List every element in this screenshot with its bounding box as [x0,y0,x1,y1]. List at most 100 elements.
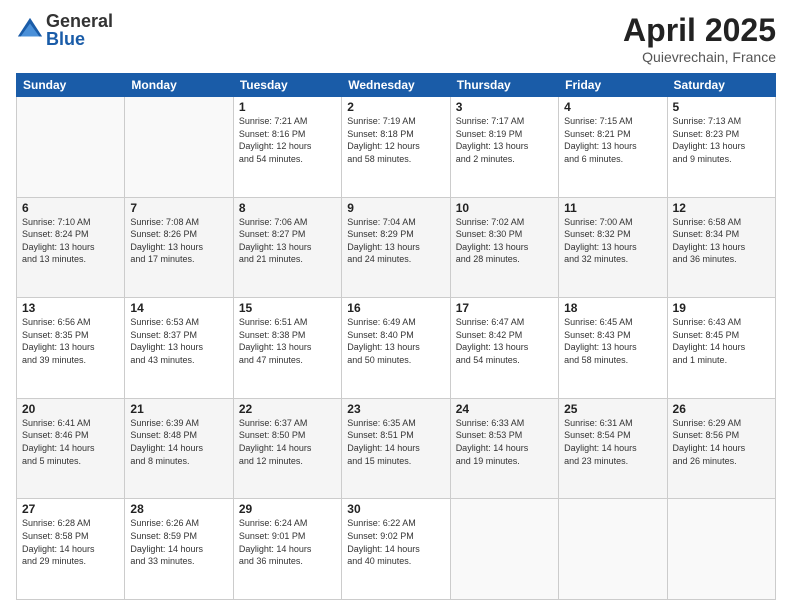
calendar-cell: 25Sunrise: 6:31 AM Sunset: 8:54 PM Dayli… [559,398,667,499]
calendar-cell: 28Sunrise: 6:26 AM Sunset: 8:59 PM Dayli… [125,499,233,600]
day-number: 28 [130,502,227,516]
calendar-cell: 13Sunrise: 6:56 AM Sunset: 8:35 PM Dayli… [17,298,125,399]
header: General Blue April 2025 Quievrechain, Fr… [16,12,776,65]
day-number: 5 [673,100,770,114]
calendar-cell: 23Sunrise: 6:35 AM Sunset: 8:51 PM Dayli… [342,398,450,499]
calendar-cell [125,97,233,198]
day-number: 16 [347,301,444,315]
calendar-cell: 11Sunrise: 7:00 AM Sunset: 8:32 PM Dayli… [559,197,667,298]
day-number: 22 [239,402,336,416]
day-number: 7 [130,201,227,215]
day-number: 17 [456,301,553,315]
day-info: Sunrise: 7:00 AM Sunset: 8:32 PM Dayligh… [564,216,661,266]
day-number: 8 [239,201,336,215]
logo: General Blue [16,12,113,48]
calendar-cell [17,97,125,198]
logo-icon [16,16,44,44]
col-friday: Friday [559,74,667,97]
calendar-cell: 30Sunrise: 6:22 AM Sunset: 9:02 PM Dayli… [342,499,450,600]
day-number: 14 [130,301,227,315]
calendar-cell: 21Sunrise: 6:39 AM Sunset: 8:48 PM Dayli… [125,398,233,499]
day-number: 27 [22,502,119,516]
logo-blue-text: Blue [46,30,113,48]
day-info: Sunrise: 6:41 AM Sunset: 8:46 PM Dayligh… [22,417,119,467]
col-monday: Monday [125,74,233,97]
day-number: 13 [22,301,119,315]
calendar-cell: 10Sunrise: 7:02 AM Sunset: 8:30 PM Dayli… [450,197,558,298]
calendar-week-3: 13Sunrise: 6:56 AM Sunset: 8:35 PM Dayli… [17,298,776,399]
calendar-cell [559,499,667,600]
page: General Blue April 2025 Quievrechain, Fr… [0,0,792,612]
col-wednesday: Wednesday [342,74,450,97]
day-number: 2 [347,100,444,114]
day-info: Sunrise: 7:17 AM Sunset: 8:19 PM Dayligh… [456,115,553,165]
calendar-cell: 14Sunrise: 6:53 AM Sunset: 8:37 PM Dayli… [125,298,233,399]
day-info: Sunrise: 7:02 AM Sunset: 8:30 PM Dayligh… [456,216,553,266]
calendar-cell [667,499,775,600]
calendar-cell: 8Sunrise: 7:06 AM Sunset: 8:27 PM Daylig… [233,197,341,298]
day-info: Sunrise: 6:39 AM Sunset: 8:48 PM Dayligh… [130,417,227,467]
day-info: Sunrise: 6:31 AM Sunset: 8:54 PM Dayligh… [564,417,661,467]
month-title: April 2025 [623,12,776,49]
calendar-cell: 1Sunrise: 7:21 AM Sunset: 8:16 PM Daylig… [233,97,341,198]
day-info: Sunrise: 6:47 AM Sunset: 8:42 PM Dayligh… [456,316,553,366]
day-info: Sunrise: 6:49 AM Sunset: 8:40 PM Dayligh… [347,316,444,366]
day-number: 30 [347,502,444,516]
calendar-cell: 16Sunrise: 6:49 AM Sunset: 8:40 PM Dayli… [342,298,450,399]
calendar-cell: 17Sunrise: 6:47 AM Sunset: 8:42 PM Dayli… [450,298,558,399]
day-info: Sunrise: 6:28 AM Sunset: 8:58 PM Dayligh… [22,517,119,567]
calendar-header: Sunday Monday Tuesday Wednesday Thursday… [17,74,776,97]
day-number: 1 [239,100,336,114]
calendar-cell: 20Sunrise: 6:41 AM Sunset: 8:46 PM Dayli… [17,398,125,499]
day-info: Sunrise: 6:22 AM Sunset: 9:02 PM Dayligh… [347,517,444,567]
calendar-week-2: 6Sunrise: 7:10 AM Sunset: 8:24 PM Daylig… [17,197,776,298]
calendar-cell: 3Sunrise: 7:17 AM Sunset: 8:19 PM Daylig… [450,97,558,198]
day-info: Sunrise: 7:13 AM Sunset: 8:23 PM Dayligh… [673,115,770,165]
day-number: 29 [239,502,336,516]
day-info: Sunrise: 6:51 AM Sunset: 8:38 PM Dayligh… [239,316,336,366]
location: Quievrechain, France [623,49,776,65]
day-number: 6 [22,201,119,215]
col-saturday: Saturday [667,74,775,97]
day-info: Sunrise: 6:45 AM Sunset: 8:43 PM Dayligh… [564,316,661,366]
calendar-cell: 12Sunrise: 6:58 AM Sunset: 8:34 PM Dayli… [667,197,775,298]
day-info: Sunrise: 6:37 AM Sunset: 8:50 PM Dayligh… [239,417,336,467]
day-info: Sunrise: 7:08 AM Sunset: 8:26 PM Dayligh… [130,216,227,266]
calendar-table: Sunday Monday Tuesday Wednesday Thursday… [16,73,776,600]
day-info: Sunrise: 6:35 AM Sunset: 8:51 PM Dayligh… [347,417,444,467]
day-info: Sunrise: 7:06 AM Sunset: 8:27 PM Dayligh… [239,216,336,266]
title-section: April 2025 Quievrechain, France [623,12,776,65]
day-info: Sunrise: 7:15 AM Sunset: 8:21 PM Dayligh… [564,115,661,165]
day-info: Sunrise: 6:56 AM Sunset: 8:35 PM Dayligh… [22,316,119,366]
day-number: 19 [673,301,770,315]
calendar-cell: 15Sunrise: 6:51 AM Sunset: 8:38 PM Dayli… [233,298,341,399]
calendar-cell: 9Sunrise: 7:04 AM Sunset: 8:29 PM Daylig… [342,197,450,298]
col-sunday: Sunday [17,74,125,97]
day-number: 20 [22,402,119,416]
calendar-cell: 7Sunrise: 7:08 AM Sunset: 8:26 PM Daylig… [125,197,233,298]
day-info: Sunrise: 6:58 AM Sunset: 8:34 PM Dayligh… [673,216,770,266]
calendar-cell: 4Sunrise: 7:15 AM Sunset: 8:21 PM Daylig… [559,97,667,198]
calendar-cell [450,499,558,600]
calendar-cell: 6Sunrise: 7:10 AM Sunset: 8:24 PM Daylig… [17,197,125,298]
calendar-week-4: 20Sunrise: 6:41 AM Sunset: 8:46 PM Dayli… [17,398,776,499]
day-info: Sunrise: 6:29 AM Sunset: 8:56 PM Dayligh… [673,417,770,467]
logo-text: General Blue [46,12,113,48]
calendar-cell: 26Sunrise: 6:29 AM Sunset: 8:56 PM Dayli… [667,398,775,499]
calendar-cell: 22Sunrise: 6:37 AM Sunset: 8:50 PM Dayli… [233,398,341,499]
day-number: 4 [564,100,661,114]
day-info: Sunrise: 6:24 AM Sunset: 9:01 PM Dayligh… [239,517,336,567]
day-info: Sunrise: 6:53 AM Sunset: 8:37 PM Dayligh… [130,316,227,366]
calendar-cell: 18Sunrise: 6:45 AM Sunset: 8:43 PM Dayli… [559,298,667,399]
day-info: Sunrise: 7:04 AM Sunset: 8:29 PM Dayligh… [347,216,444,266]
day-number: 26 [673,402,770,416]
day-info: Sunrise: 7:19 AM Sunset: 8:18 PM Dayligh… [347,115,444,165]
day-number: 18 [564,301,661,315]
day-number: 12 [673,201,770,215]
col-thursday: Thursday [450,74,558,97]
day-number: 23 [347,402,444,416]
day-number: 21 [130,402,227,416]
day-number: 24 [456,402,553,416]
header-row: Sunday Monday Tuesday Wednesday Thursday… [17,74,776,97]
day-number: 25 [564,402,661,416]
